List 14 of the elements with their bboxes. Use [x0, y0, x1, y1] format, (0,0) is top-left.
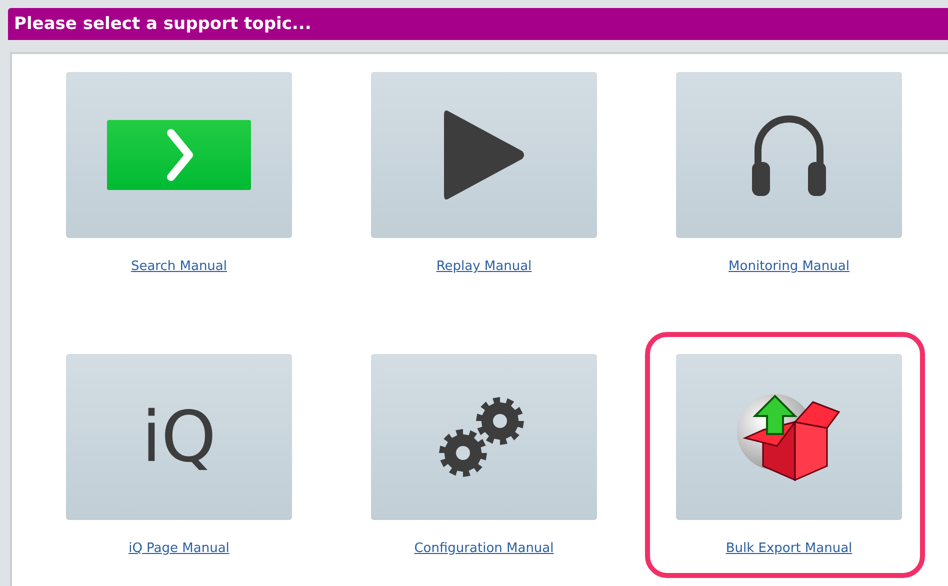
topic-link[interactable]: Replay Manual — [436, 259, 532, 274]
topic-tile[interactable]: iQ — [66, 354, 292, 520]
topic-link[interactable]: iQ Page Manual — [128, 541, 230, 556]
topic-tile[interactable] — [676, 354, 902, 520]
topic-tile[interactable] — [676, 72, 902, 238]
topic-tile[interactable] — [371, 72, 597, 238]
tile-text: iQ — [142, 396, 216, 478]
topic-tile[interactable] — [371, 354, 597, 520]
topic-link[interactable]: Search Manual — [130, 259, 228, 274]
header-title: Please select a support topic... — [14, 14, 312, 34]
topic-link[interactable]: Configuration Manual — [414, 541, 554, 556]
topic-link[interactable]: Bulk Export Manual — [726, 541, 852, 556]
topic-tile[interactable] — [66, 72, 292, 238]
topic-link[interactable]: Monitoring Manual — [728, 259, 850, 274]
